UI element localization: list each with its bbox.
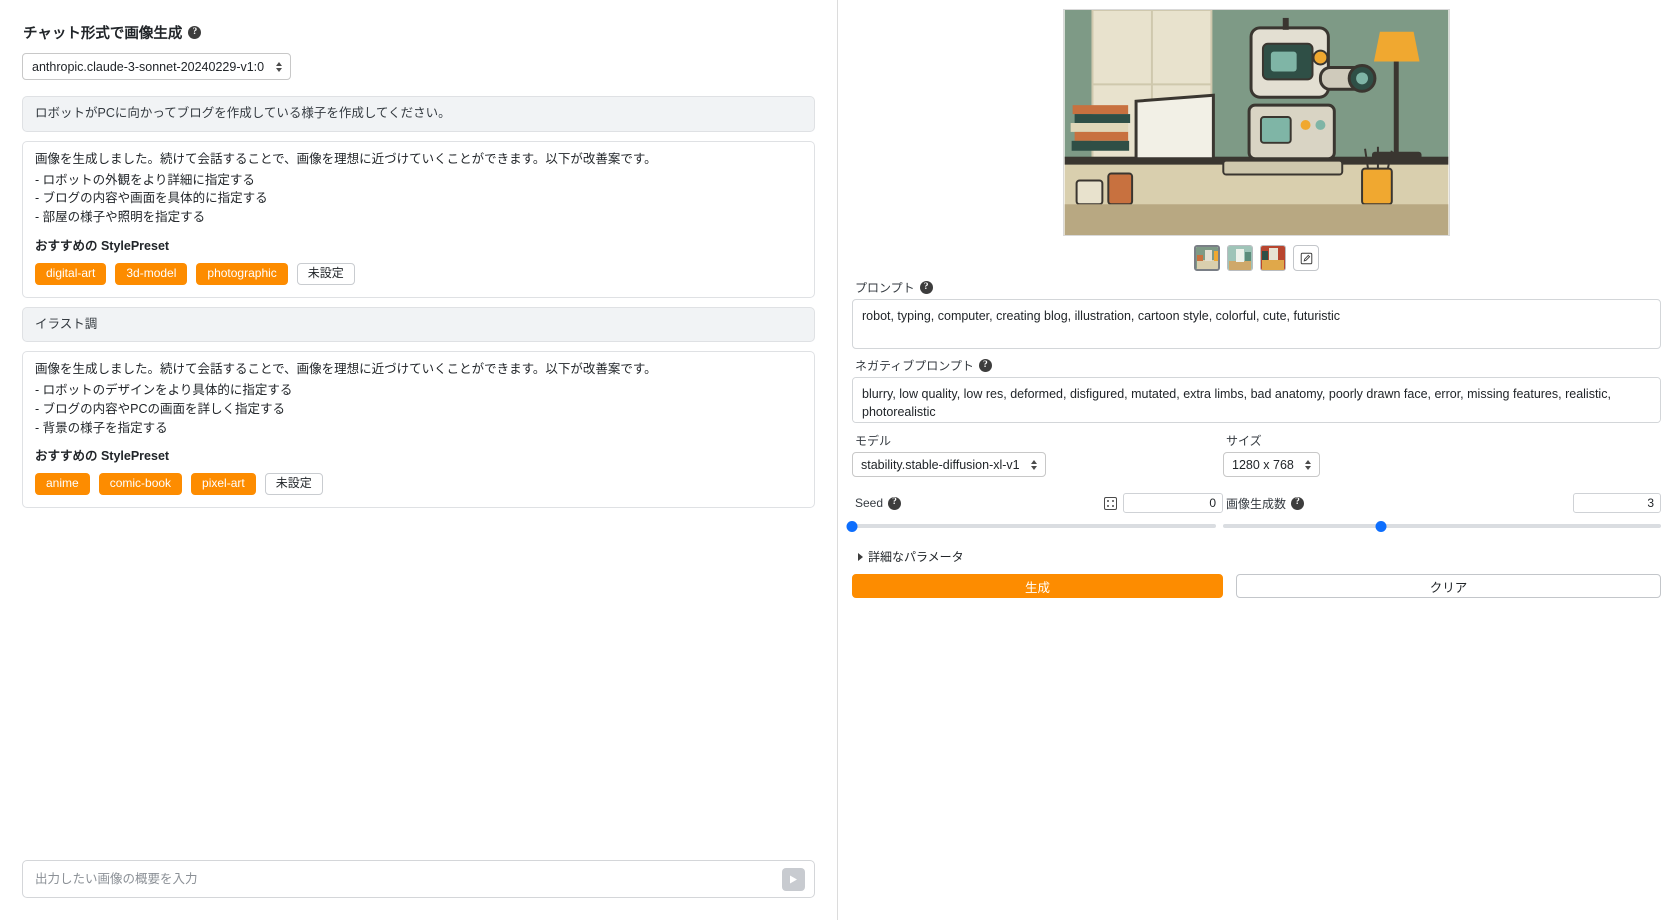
action-buttons-row: 生成 クリア bbox=[852, 574, 1661, 598]
style-preset-button-pixel-art[interactable]: pixel-art bbox=[191, 473, 256, 495]
dice-icon[interactable] bbox=[1104, 496, 1117, 510]
sliders-section: Seed ? 画像生成数 ? bbox=[846, 493, 1661, 532]
style-preset-heading: おすすめの StylePreset bbox=[35, 449, 170, 464]
image-count-label-row: 画像生成数 ? bbox=[1226, 495, 1305, 512]
clear-button[interactable]: クリア bbox=[1236, 574, 1661, 598]
chat-scroll-area: チャット形式で画像生成 ? anthropic.claude-3-sonnet-… bbox=[22, 22, 815, 815]
negative-prompt-help-icon[interactable]: ? bbox=[978, 359, 992, 372]
style-preset-button-digital-art[interactable]: digital-art bbox=[35, 262, 107, 285]
image-count-slider-knob[interactable] bbox=[1375, 520, 1387, 532]
style-preset-button-photographic[interactable]: photographic bbox=[196, 262, 288, 285]
size-select[interactable]: 1280 x 768 bbox=[1223, 452, 1320, 477]
assistant-bullet: - ブログの内容や画面を具体的に指定する bbox=[35, 191, 268, 206]
prompt-label-row: プロンプト ? bbox=[855, 279, 1661, 296]
thumbnail-2[interactable] bbox=[1227, 245, 1253, 271]
generated-image-preview[interactable] bbox=[1063, 9, 1450, 236]
assistant-bullet: - ブログの内容やPCの画面を詳しく指定する bbox=[35, 401, 286, 416]
assistant-bullet: - 部屋の様子や照明を指定する bbox=[35, 210, 206, 224]
thumbnail-3[interactable] bbox=[1260, 245, 1286, 271]
chat-input-container bbox=[22, 860, 815, 898]
chevron-updown-icon bbox=[1304, 459, 1311, 470]
assistant-bullet: - ロボットの外観をより詳細に指定する bbox=[35, 172, 255, 187]
image-count-slider-rail bbox=[1223, 524, 1661, 528]
style-preset-button-comic-book[interactable]: comic-book bbox=[98, 473, 183, 495]
seed-input[interactable] bbox=[1123, 493, 1223, 513]
seed-label-row: Seed ? bbox=[855, 496, 902, 510]
chat-input[interactable] bbox=[23, 861, 782, 897]
negative-prompt-input[interactable] bbox=[852, 377, 1661, 423]
model-select-value: stability.stable-diffusion-xl-v1 bbox=[861, 457, 1020, 472]
edit-square-icon bbox=[1300, 252, 1312, 264]
image-count-slider[interactable] bbox=[1223, 520, 1661, 532]
slider-labels-row: Seed ? 画像生成数 ? bbox=[852, 493, 1661, 513]
model-size-row: モデル stability.stable-diffusion-xl-v1 サイズ… bbox=[852, 432, 1661, 477]
chat-message-user: ロボットがPCに向かってブログを作成している様子を作成してください。 bbox=[22, 96, 815, 132]
image-count-help-icon[interactable]: ? bbox=[1291, 496, 1305, 510]
seed-slider[interactable] bbox=[846, 520, 1216, 532]
size-field: サイズ 1280 x 768 bbox=[1223, 432, 1423, 477]
chat-message-text: イラスト調 bbox=[35, 316, 98, 331]
chat-message-text: ロボットがPCに向かってブログを作成している様子を作成してください。 bbox=[35, 106, 451, 120]
send-button[interactable] bbox=[782, 867, 805, 891]
help-circle-icon[interactable]: ? bbox=[188, 26, 202, 39]
size-select-value: 1280 x 768 bbox=[1232, 457, 1294, 472]
parameters-panel: プロンプト ? ネガティブプロンプト ? モデル stability.stabl… bbox=[838, 0, 1675, 920]
seed-help-icon[interactable]: ? bbox=[888, 496, 902, 510]
chat-model-select[interactable]: anthropic.claude-3-sonnet-20240229-v1:0 bbox=[22, 53, 292, 80]
chat-model-value: anthropic.claude-3-sonnet-20240229-v1:0 bbox=[32, 59, 265, 74]
edit-image-button[interactable] bbox=[1293, 245, 1319, 271]
style-preset-row: anime comic-book pixel-art 未設定 bbox=[35, 473, 802, 495]
chevron-updown-icon bbox=[276, 61, 283, 72]
prompt-input[interactable] bbox=[852, 299, 1661, 349]
style-preset-button-none[interactable]: 未設定 bbox=[296, 262, 355, 285]
seed-label: Seed bbox=[855, 496, 884, 510]
chevron-right-icon bbox=[858, 552, 863, 561]
page-title: チャット形式で画像生成 ? bbox=[23, 22, 815, 43]
generate-button[interactable]: 生成 bbox=[852, 574, 1223, 598]
seed-slider-rail bbox=[852, 524, 1216, 528]
negative-prompt-label: ネガティブプロンプト bbox=[855, 359, 974, 373]
chevron-updown-icon bbox=[1030, 459, 1037, 470]
style-preset-heading: おすすめの StylePreset bbox=[35, 238, 170, 253]
image-generation-app: チャット形式で画像生成 ? anthropic.claude-3-sonnet-… bbox=[0, 0, 1675, 920]
chat-message-assistant: 画像を生成しました。続けて会話することで、画像を理想に近づけていくことができます… bbox=[22, 351, 815, 508]
page-title-label: チャット形式で画像生成 bbox=[23, 26, 183, 42]
assistant-intro: 画像を生成しました。続けて会話することで、画像を理想に近づけていくことができます… bbox=[35, 362, 657, 377]
advanced-parameters-toggle[interactable]: 詳細なパラメータ bbox=[858, 548, 1661, 565]
negative-prompt-label-row: ネガティブプロンプト ? bbox=[855, 357, 1661, 374]
image-count-control-group: 画像生成数 ? bbox=[1223, 493, 1661, 513]
slider-track-row bbox=[846, 520, 1661, 532]
thumbnail-1[interactable] bbox=[1194, 245, 1220, 271]
style-preset-row: digital-art 3d-model photographic 未設定 bbox=[35, 262, 802, 285]
chat-message-user: イラスト調 bbox=[22, 306, 815, 343]
size-label: サイズ bbox=[1226, 434, 1262, 448]
style-preset-button-3d-model[interactable]: 3d-model bbox=[115, 262, 188, 285]
parameters-content: プロンプト ? ネガティブプロンプト ? モデル stability.stabl… bbox=[846, 9, 1661, 598]
send-triangle-icon bbox=[790, 875, 797, 883]
model-select[interactable]: stability.stable-diffusion-xl-v1 bbox=[852, 452, 1046, 477]
image-count-label: 画像生成数 bbox=[1226, 496, 1287, 511]
seed-control-group: Seed ? bbox=[852, 493, 1223, 513]
assistant-bullet: - ロボットのデザインをより具体的に指定する bbox=[35, 383, 293, 397]
assistant-intro: 画像を生成しました。続けて会話することで、画像を理想に近づけていくことができます… bbox=[35, 151, 657, 166]
style-preset-button-anime[interactable]: anime bbox=[35, 473, 90, 495]
image-count-input[interactable] bbox=[1573, 493, 1661, 513]
style-preset-button-none[interactable]: 未設定 bbox=[264, 473, 323, 495]
image-preview-area bbox=[852, 9, 1661, 271]
model-field: モデル stability.stable-diffusion-xl-v1 bbox=[852, 432, 1223, 477]
assistant-bullet: - 背景の様子を指定する bbox=[35, 420, 168, 435]
prompt-label: プロンプト bbox=[855, 281, 915, 295]
model-label: モデル bbox=[855, 434, 892, 448]
prompt-help-icon[interactable]: ? bbox=[919, 281, 933, 294]
chat-panel: チャット形式で画像生成 ? anthropic.claude-3-sonnet-… bbox=[0, 0, 838, 920]
seed-slider-knob[interactable] bbox=[846, 520, 858, 532]
thumbnail-row bbox=[1194, 245, 1319, 271]
advanced-parameters-label: 詳細なパラメータ bbox=[868, 550, 964, 564]
chat-message-assistant: 画像を生成しました。続けて会話することで、画像を理想に近づけていくことができます… bbox=[22, 140, 815, 298]
